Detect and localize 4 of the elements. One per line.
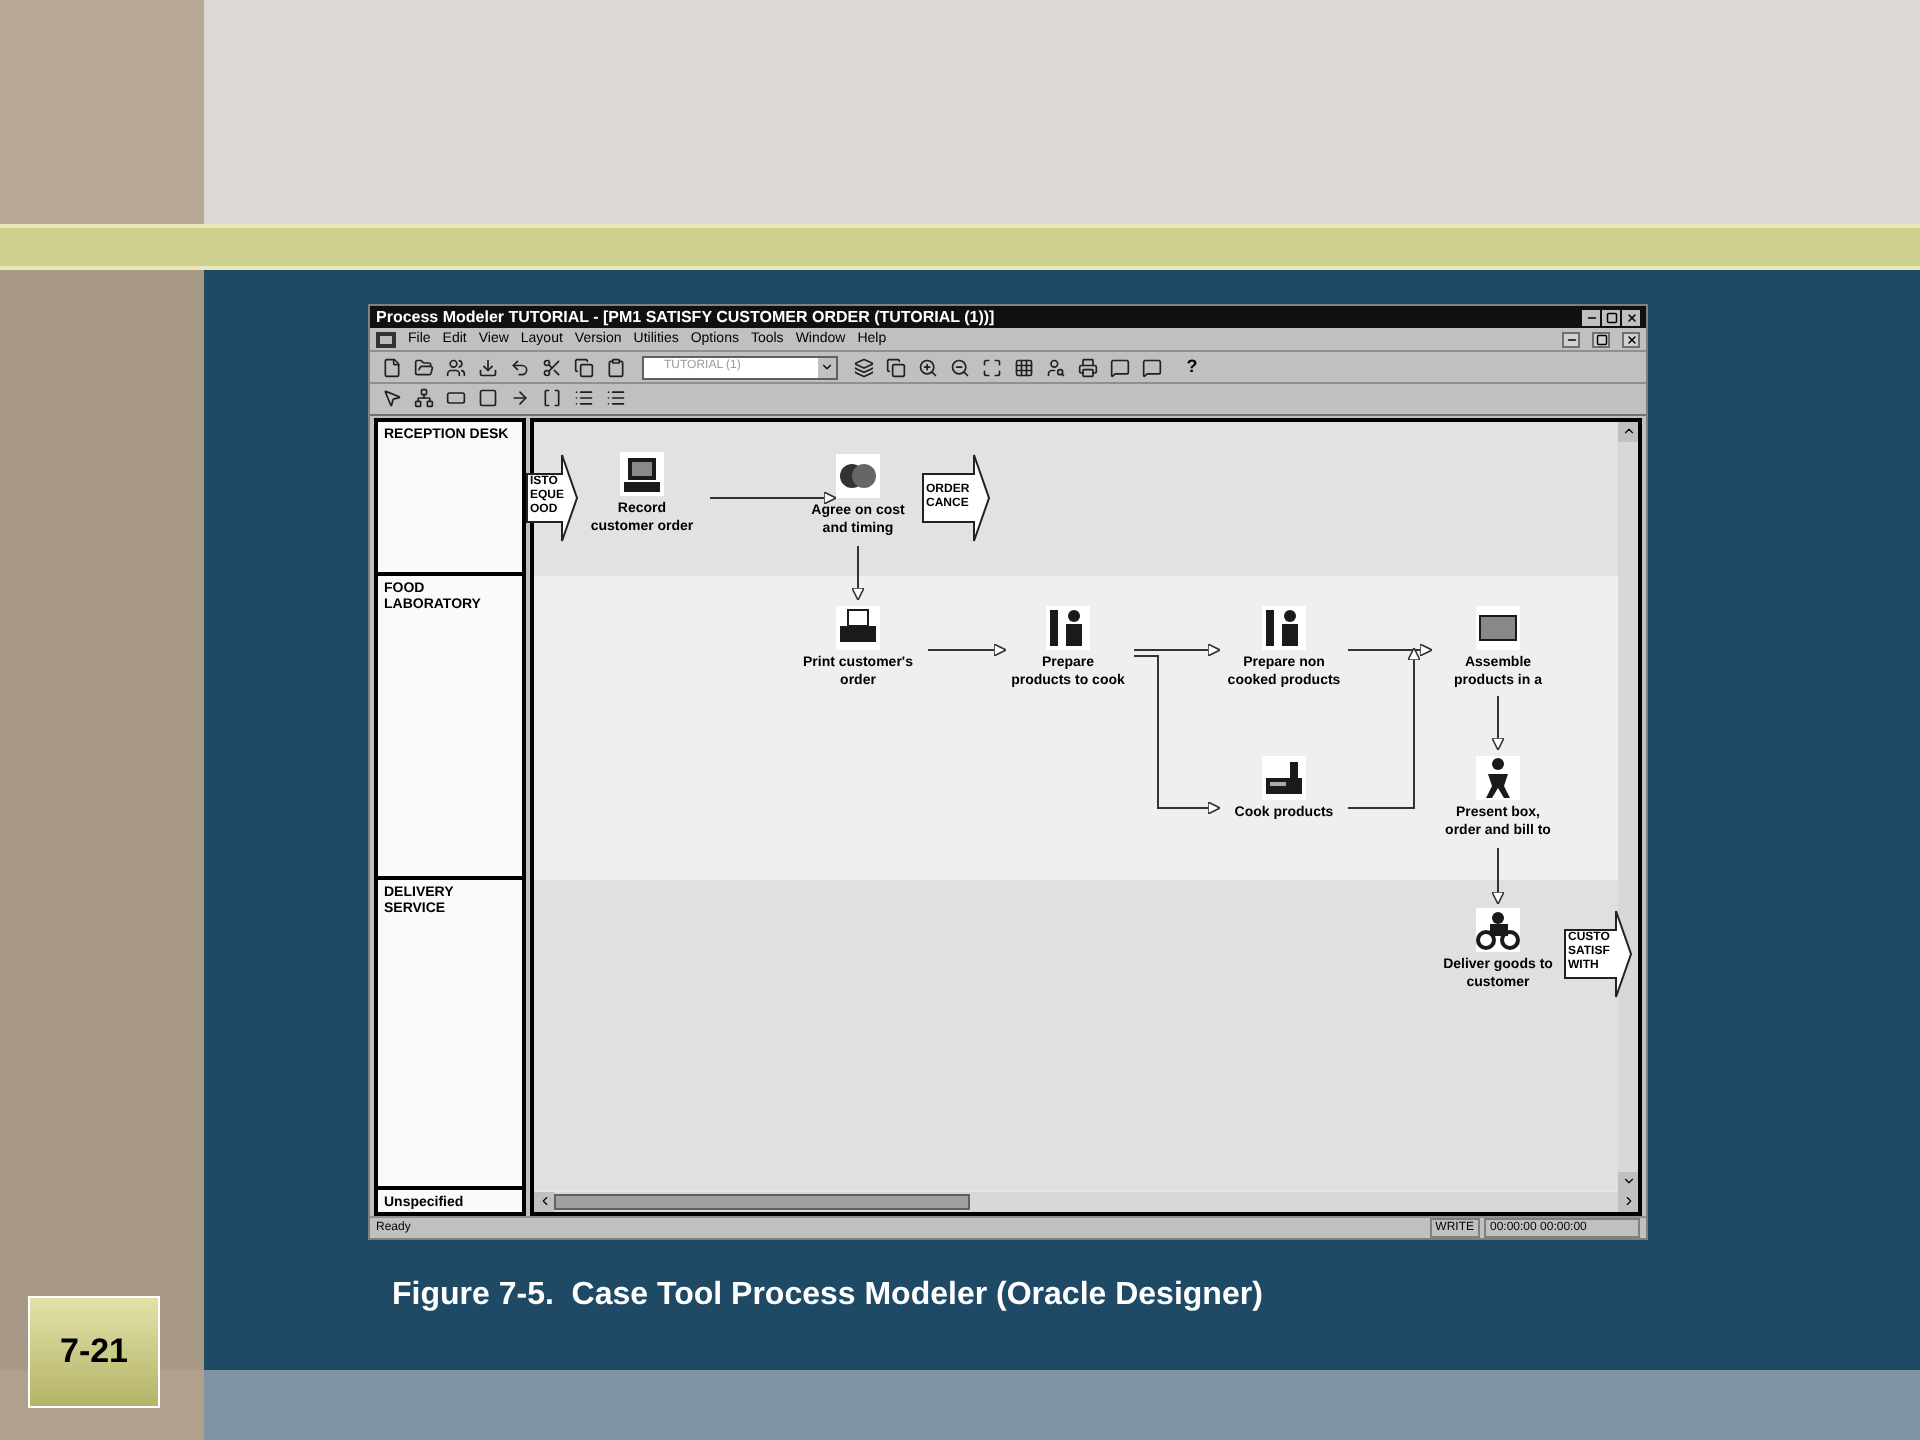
help-button[interactable]: ? bbox=[1178, 354, 1206, 381]
figure-caption: Figure 7-5. Case Tool Process Modeler (Oracle Designer) bbox=[392, 1276, 1265, 1316]
slide-number-badge: 7-21 bbox=[28, 1296, 160, 1408]
window-title: Process Modeler TUTORIAL - [PM1 SATISFY CUSTOMER ORDER (TUTORIAL (1))] bbox=[376, 309, 997, 326]
